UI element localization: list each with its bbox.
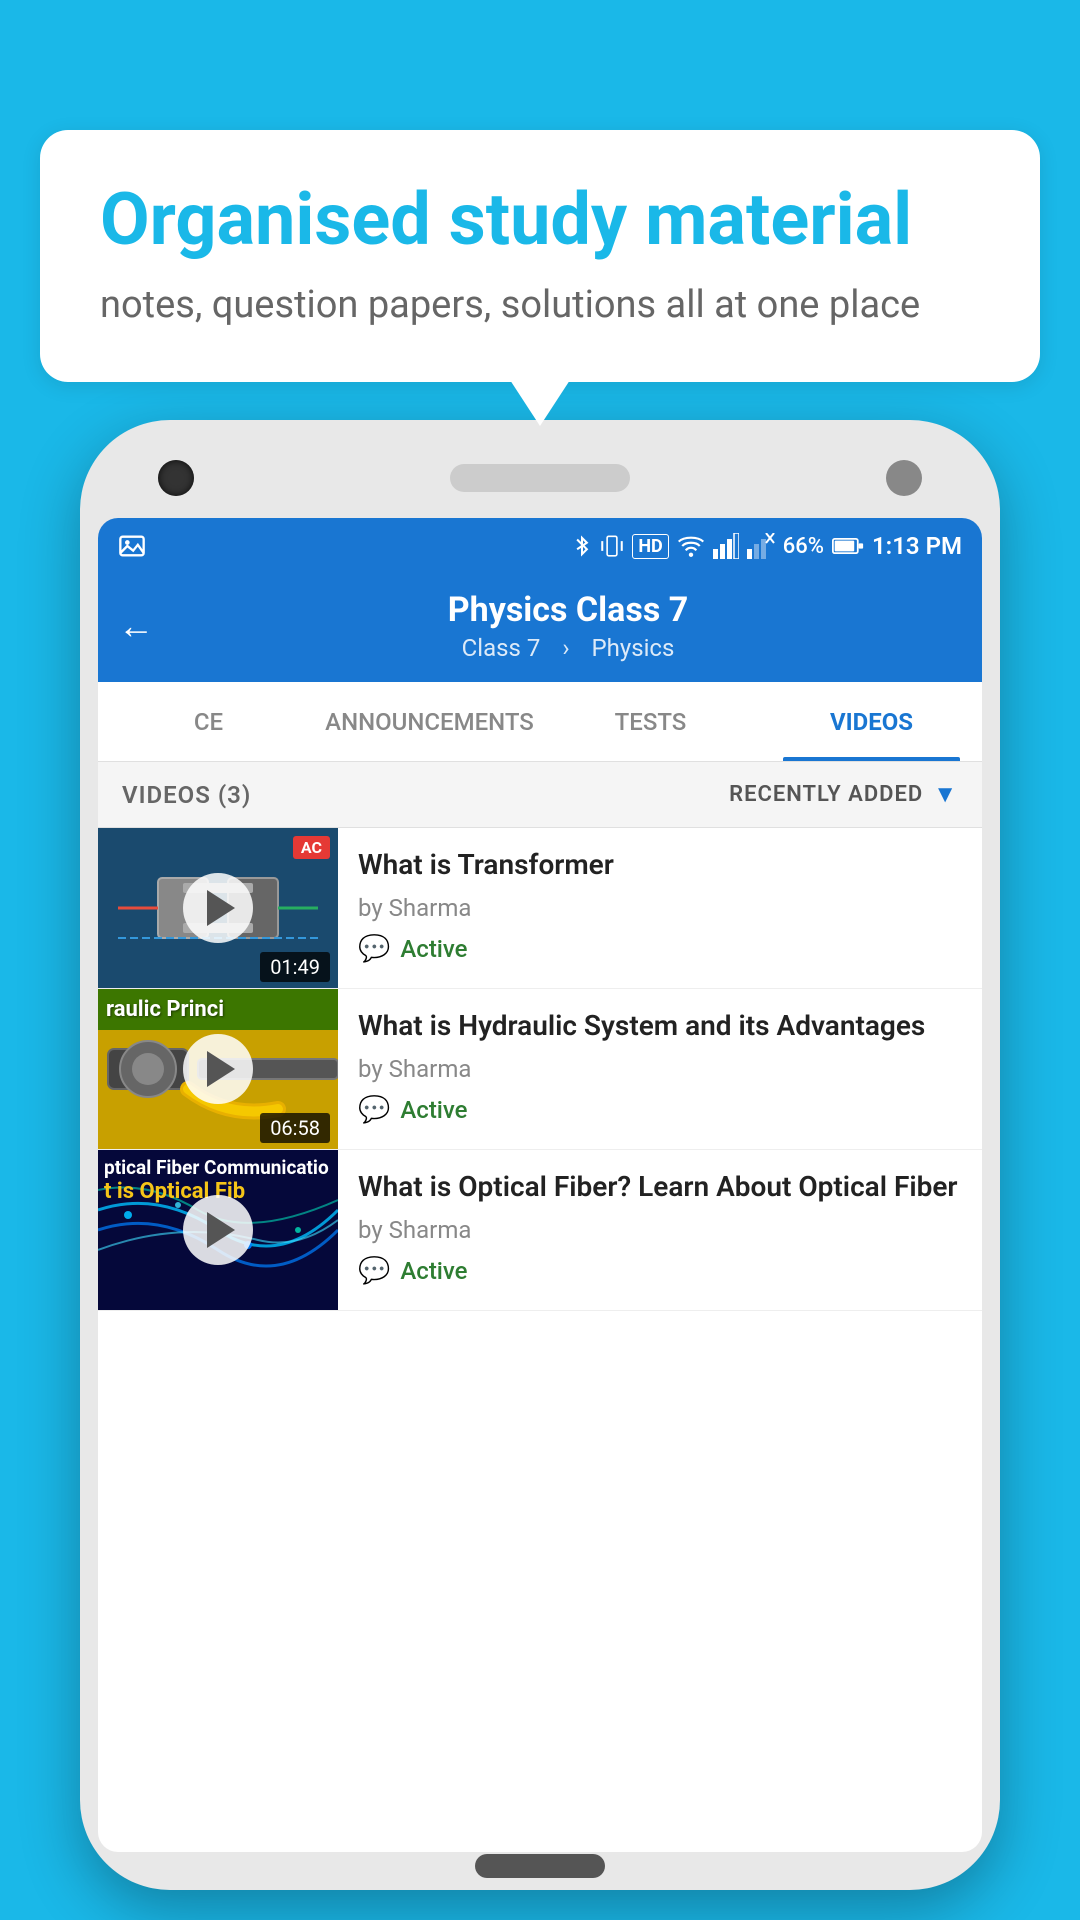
phone-device: HD — [80, 420, 1000, 1890]
status-label-optical: Active — [400, 1257, 467, 1285]
sort-label: RECENTLY ADDED — [729, 782, 923, 807]
optical-title-line1: ptical Fiber Communicatio — [104, 1156, 332, 1179]
video-item-transformer[interactable]: 01:49 AC What is Transformer by Sharma 💬… — [98, 828, 982, 989]
video-title-optical: What is Optical Fiber? Learn About Optic… — [358, 1168, 962, 1206]
videos-list-header: VIDEOS (3) RECENTLY ADDED ▼ — [98, 762, 982, 828]
breadcrumb-subject: Physics — [591, 634, 674, 662]
no-signal-icon — [747, 533, 775, 559]
sort-dropdown[interactable]: RECENTLY ADDED ▼ — [729, 780, 958, 809]
tab-tests-label: TESTS — [615, 708, 687, 736]
status-bar-right: HD — [572, 532, 962, 560]
app-breadcrumb: Class 7 › Physics — [174, 634, 962, 662]
video-status-transformer: 💬 Active — [358, 934, 962, 964]
phone-home-bar — [475, 1854, 605, 1878]
video-thumbnail-hydraulic: raulic Princi 06:58 — [98, 989, 338, 1149]
play-triangle-icon-optical — [207, 1212, 235, 1248]
phone-camera — [158, 460, 194, 496]
tab-videos[interactable]: VIDEOS — [761, 682, 982, 761]
video-thumbnail-transformer: 01:49 AC — [98, 828, 338, 988]
header-title-area: Physics Class 7 Class 7 › Physics — [174, 590, 962, 662]
speech-bubble-subtext: notes, question papers, solutions all at… — [100, 279, 980, 332]
image-icon — [118, 532, 146, 560]
chevron-down-icon: ▼ — [933, 780, 958, 809]
app-title: Physics Class 7 — [174, 590, 962, 630]
video-item-hydraulic[interactable]: raulic Princi 06:58 What is Hydraulic Sy… — [98, 989, 982, 1150]
video-duration-transformer: 01:49 — [260, 952, 330, 982]
battery-percent: 66% — [783, 534, 824, 559]
app-header: ← Physics Class 7 Class 7 › Physics — [98, 574, 982, 682]
video-info-hydraulic: What is Hydraulic System and its Advanta… — [338, 989, 982, 1143]
phone-screen: HD — [98, 518, 982, 1852]
wifi-icon — [677, 533, 705, 559]
tab-tests[interactable]: TESTS — [540, 682, 761, 761]
status-label-hydraulic: Active — [400, 1096, 467, 1124]
bluetooth-icon — [572, 533, 592, 559]
video-badge-transformer: AC — [293, 836, 330, 859]
status-bar-left — [118, 532, 146, 560]
speech-bubble-heading: Organised study material — [100, 180, 980, 259]
speech-bubble: Organised study material notes, question… — [40, 130, 1040, 382]
status-label-transformer: Active — [400, 935, 467, 963]
tab-ce[interactable]: CE — [98, 682, 319, 761]
tab-ce-label: CE — [194, 708, 223, 736]
video-title-hydraulic: What is Hydraulic System and its Advanta… — [358, 1007, 962, 1045]
play-triangle-icon-hydraulic — [207, 1051, 235, 1087]
status-bar: HD — [98, 518, 982, 574]
video-item-optical[interactable]: ptical Fiber Communicatio t is Optical F… — [98, 1150, 982, 1311]
video-status-optical: 💬 Active — [358, 1256, 962, 1286]
phone-sensor — [886, 460, 922, 496]
phone-wrapper: HD — [80, 420, 1000, 1890]
chat-icon-hydraulic: 💬 — [358, 1095, 390, 1125]
tabs-bar: CE ANNOUNCEMENTS TESTS VIDEOS — [98, 682, 982, 762]
video-status-hydraulic: 💬 Active — [358, 1095, 962, 1125]
play-button-hydraulic[interactable] — [183, 1034, 253, 1104]
chat-icon-optical: 💬 — [358, 1256, 390, 1286]
video-info-optical: What is Optical Fiber? Learn About Optic… — [338, 1150, 982, 1304]
phone-speaker — [450, 464, 630, 492]
video-info-transformer: What is Transformer by Sharma 💬 Active — [338, 828, 982, 982]
video-thumbnail-optical: ptical Fiber Communicatio t is Optical F… — [98, 1150, 338, 1310]
video-author-transformer: by Sharma — [358, 894, 962, 922]
vibrate-icon — [600, 533, 624, 559]
battery-icon — [832, 535, 864, 557]
breadcrumb-class: Class 7 — [462, 634, 541, 662]
chat-icon: 💬 — [358, 934, 390, 964]
signal-icon — [713, 533, 739, 559]
tab-announcements-label: ANNOUNCEMENTS — [325, 708, 534, 736]
phone-top-bar — [98, 438, 982, 518]
hydraulic-overlay-text: raulic Princi — [98, 989, 338, 1030]
play-triangle-icon — [207, 890, 235, 926]
videos-count: VIDEOS (3) — [122, 781, 251, 809]
play-button-transformer[interactable] — [183, 873, 253, 943]
tab-announcements[interactable]: ANNOUNCEMENTS — [319, 682, 540, 761]
play-button-optical[interactable] — [183, 1195, 253, 1265]
time-display: 1:13 PM — [872, 532, 962, 560]
back-button[interactable]: ← — [118, 605, 154, 647]
video-author-optical: by Sharma — [358, 1216, 962, 1244]
video-title-transformer: What is Transformer — [358, 846, 962, 884]
video-author-hydraulic: by Sharma — [358, 1055, 962, 1083]
speech-bubble-container: Organised study material notes, question… — [40, 130, 1040, 382]
hd-badge: HD — [632, 534, 668, 559]
video-duration-hydraulic: 06:58 — [260, 1113, 330, 1143]
tab-videos-label: VIDEOS — [830, 708, 913, 736]
